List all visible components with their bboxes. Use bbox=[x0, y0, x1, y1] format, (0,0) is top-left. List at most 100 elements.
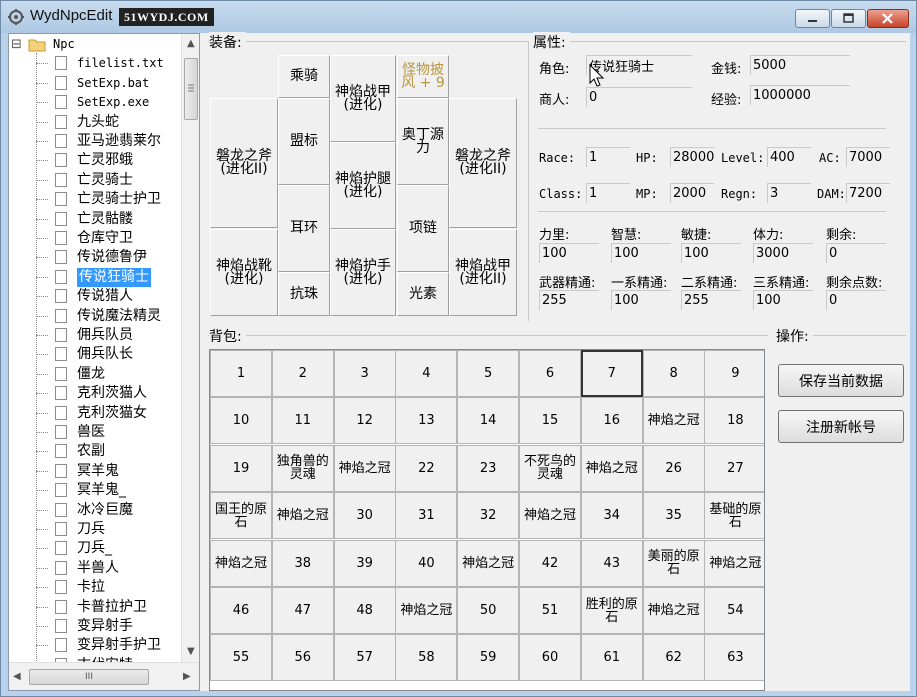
equip-slot-bead[interactable]: 抗珠 bbox=[278, 272, 330, 316]
bag-slot[interactable]: 神焰之冠 bbox=[580, 444, 643, 492]
bag-slot[interactable]: 独角兽的灵魂 bbox=[271, 444, 334, 492]
bag-slot[interactable]: 51 bbox=[519, 587, 581, 634]
collapse-toggle-icon[interactable]: ⊟ bbox=[11, 35, 22, 54]
money-field[interactable] bbox=[750, 55, 850, 75]
minimize-button[interactable] bbox=[795, 9, 830, 28]
dam-field[interactable] bbox=[846, 183, 890, 203]
dexterity-field[interactable] bbox=[681, 243, 741, 263]
bag-slot[interactable]: 3 bbox=[333, 350, 396, 397]
tree-item[interactable]: 半兽人 bbox=[9, 559, 179, 578]
bag-slot[interactable]: 基础的原石 bbox=[704, 492, 764, 540]
bag-slot[interactable]: 神焰之冠 bbox=[642, 587, 705, 634]
bag-slot[interactable]: 26 bbox=[642, 444, 705, 492]
bag-slot[interactable]: 神焰之冠 bbox=[519, 492, 581, 540]
bag-slot[interactable]: 神焰之冠 bbox=[271, 492, 334, 540]
bag-slot[interactable]: 40 bbox=[395, 539, 458, 587]
equip-slot-left-weapon[interactable]: 磐龙之斧(进化II) bbox=[210, 98, 278, 228]
bag-slot[interactable]: 神焰之冠 bbox=[704, 539, 764, 587]
equip-slot-cape[interactable]: 怪物披风 + 9 bbox=[397, 55, 449, 98]
tree-item[interactable]: 克利茨猫人 bbox=[9, 384, 179, 403]
tree-item[interactable]: 刀兵 bbox=[9, 520, 179, 539]
scroll-right-icon[interactable]: ▶ bbox=[183, 671, 191, 682]
bag-slot[interactable]: 59 bbox=[457, 634, 520, 682]
equip-slot-legs[interactable]: 神焰护腿(进化) bbox=[330, 142, 396, 229]
bag-slot[interactable]: 54 bbox=[704, 587, 764, 634]
tree-item[interactable]: 佣兵队员 bbox=[9, 326, 179, 345]
bag-slot[interactable]: 56 bbox=[271, 634, 334, 682]
bag-slot[interactable]: 47 bbox=[271, 587, 334, 634]
scroll-up-icon[interactable]: ▲ bbox=[187, 38, 195, 49]
close-button[interactable] bbox=[867, 9, 909, 28]
bag-slot[interactable]: 神焰之冠 bbox=[457, 539, 520, 587]
bag-slot[interactable]: 43 bbox=[580, 539, 643, 587]
tree-item[interactable]: 传说猎人 bbox=[9, 287, 179, 306]
bag-slot[interactable]: 12 bbox=[333, 397, 396, 445]
class-field[interactable] bbox=[586, 183, 630, 203]
tree-item[interactable]: 农副 bbox=[9, 442, 179, 461]
mp-field[interactable] bbox=[670, 183, 714, 203]
equip-slot-boots[interactable]: 神焰战靴(进化) bbox=[210, 229, 278, 316]
tree-vertical-scrollbar[interactable]: ▲ ▼ bbox=[181, 34, 199, 662]
constitution-field[interactable] bbox=[753, 243, 813, 263]
equip-slot-mount[interactable]: 乘骑 bbox=[278, 55, 330, 98]
weapon-mastery-field[interactable] bbox=[539, 290, 599, 310]
skill3-mastery-field[interactable] bbox=[753, 290, 813, 310]
equip-slot-right-weapon[interactable]: 磐龙之斧(进化II) bbox=[449, 98, 517, 228]
equip-slot-armor-bottom[interactable]: 神焰战甲(进化II) bbox=[449, 229, 517, 316]
tree-item[interactable]: 兽医 bbox=[9, 423, 179, 442]
equip-slot-element[interactable]: 光素 bbox=[397, 272, 449, 316]
bag-slot[interactable]: 8 bbox=[642, 350, 705, 397]
equip-slot-ring-origin[interactable]: 奥丁源力 bbox=[397, 98, 449, 185]
tree-item[interactable]: 仓库守卫 bbox=[9, 229, 179, 248]
strength-field[interactable] bbox=[539, 243, 599, 263]
bag-slot[interactable]: 11 bbox=[271, 397, 334, 445]
tree-item[interactable]: 传说狂骑士 bbox=[9, 267, 179, 287]
skill1-mastery-field[interactable] bbox=[611, 290, 671, 310]
equip-slot-armor-top[interactable]: 神焰战甲(进化) bbox=[330, 55, 396, 142]
tree-horizontal-scrollbar[interactable]: ◀ III ▶ bbox=[9, 662, 199, 690]
tree-item[interactable]: 九头蛇 bbox=[9, 113, 179, 132]
npc-tree-view[interactable]: ⊟ Npc filelist.txt SetExp.bat SetExp.exe 九头蛇亚… bbox=[8, 33, 200, 691]
bag-slot[interactable]: 30 bbox=[333, 492, 396, 540]
regn-field[interactable] bbox=[767, 183, 811, 203]
bag-slot[interactable]: 50 bbox=[457, 587, 520, 634]
tree-item[interactable]: 亡灵骑士护卫 bbox=[9, 190, 179, 209]
tree-item[interactable]: 传说德鲁伊 bbox=[9, 248, 179, 267]
tree-item[interactable]: 佣兵队长 bbox=[9, 345, 179, 364]
maximize-button[interactable] bbox=[831, 9, 866, 28]
bag-slot[interactable]: 14 bbox=[457, 397, 520, 445]
skill-points-field[interactable] bbox=[826, 290, 886, 310]
save-data-button[interactable]: 保存当前数据 bbox=[778, 364, 904, 397]
equip-slot-emblem[interactable]: 盟标 bbox=[278, 98, 330, 185]
bag-slot[interactable]: 国王的原石 bbox=[210, 492, 272, 540]
intelligence-field[interactable] bbox=[611, 243, 671, 263]
ac-field[interactable] bbox=[846, 147, 890, 167]
tree-item[interactable]: 卡普拉护卫 bbox=[9, 598, 179, 617]
bag-slot[interactable]: 58 bbox=[395, 634, 458, 682]
hp-field[interactable] bbox=[670, 147, 714, 167]
bag-slot[interactable]: 胜利的原石 bbox=[580, 587, 643, 634]
tree-item[interactable]: 变异射手 bbox=[9, 617, 179, 636]
bag-slot[interactable]: 神焰之冠 bbox=[642, 397, 705, 445]
bag-slot[interactable]: 4 bbox=[395, 350, 458, 397]
bag-slot[interactable]: 60 bbox=[519, 634, 581, 682]
scroll-down-icon[interactable]: ▼ bbox=[187, 646, 195, 657]
bag-slot[interactable]: 美丽的原石 bbox=[642, 539, 705, 587]
scroll-left-icon[interactable]: ◀ bbox=[13, 671, 21, 682]
tree-item[interactable]: 亡灵邪蛾 bbox=[9, 151, 179, 170]
bag-slot[interactable]: 9 bbox=[704, 350, 764, 397]
bag-slot[interactable]: 神焰之冠 bbox=[210, 539, 272, 587]
bag-slot[interactable]: 18 bbox=[704, 397, 764, 445]
bag-slot[interactable]: 5 bbox=[457, 350, 520, 397]
bag-slot[interactable]: 39 bbox=[333, 539, 396, 587]
remain-field[interactable] bbox=[826, 243, 886, 263]
merchant-field[interactable] bbox=[586, 87, 692, 107]
tree-item[interactable]: 冥羊鬼_ bbox=[9, 481, 179, 500]
tree-item[interactable]: 刀兵_ bbox=[9, 539, 179, 558]
bag-slot[interactable]: 10 bbox=[210, 397, 272, 445]
tree-item[interactable]: 亚马逊翡莱尔 bbox=[9, 132, 179, 151]
hscroll-thumb[interactable]: III bbox=[29, 669, 149, 685]
bag-slot[interactable]: 63 bbox=[704, 634, 764, 682]
tree-item[interactable]: 冥羊鬼 bbox=[9, 462, 179, 481]
equip-slot-gloves[interactable]: 神焰护手(进化) bbox=[330, 229, 396, 316]
